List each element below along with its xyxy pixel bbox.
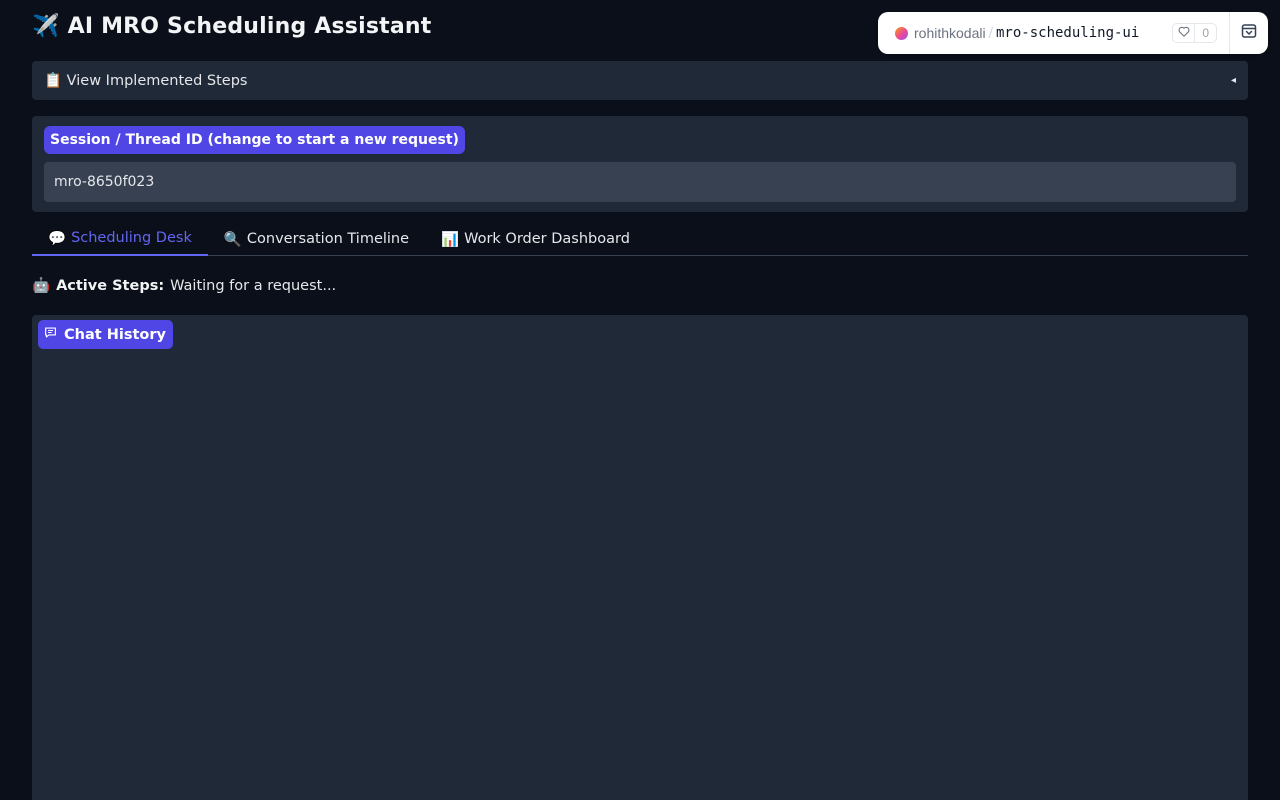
space-header-badge: rohithkodali / mro-scheduling-ui 0 [878,12,1268,54]
space-owner[interactable]: rohithkodali [914,25,986,41]
avatar [895,26,908,40]
space-repo-name[interactable]: mro-scheduling-ui [996,25,1139,41]
session-panel: Session / Thread ID (change to start a n… [32,116,1248,212]
tab-label: Conversation Timeline [246,231,410,247]
tab-label: Scheduling Desk [71,230,192,246]
collapse-header-button[interactable] [1230,12,1268,54]
tab-work-order-dashboard[interactable]: 📊 Work Order Dashboard [425,222,646,256]
main-tabs: 💬 Scheduling Desk 🔍 Conversation Timelin… [32,222,1248,256]
chat-bubble-icon [44,326,57,343]
collapse-icon [1241,23,1257,43]
bar-chart-icon: 📊 [441,231,460,248]
robot-icon: 🤖 [32,278,51,294]
active-steps-text: Waiting for a request... [170,277,337,294]
chat-history-label: Chat History [38,320,173,349]
app-page: ✈️ AI MRO Scheduling Assistant rohithkod… [0,0,1280,800]
caret-left-icon: ◂ [1230,75,1236,86]
heart-icon [1173,24,1194,42]
session-id-input[interactable] [44,162,1236,202]
speech-bubble-icon: 💬 [48,230,67,247]
tab-scheduling-desk[interactable]: 💬 Scheduling Desk [32,222,208,256]
accordion-label: 📋 View Implemented Steps [44,73,248,89]
tab-conversation-timeline[interactable]: 🔍 Conversation Timeline [208,222,425,256]
implemented-steps-accordion[interactable]: 📋 View Implemented Steps ◂ [32,61,1248,100]
chat-history-panel[interactable]: Chat History [32,315,1248,800]
like-button[interactable]: 0 [1172,23,1217,43]
active-steps-status: 🤖 Active Steps: Waiting for a request... [32,277,337,295]
session-id-label: Session / Thread ID (change to start a n… [44,126,465,154]
page-title: ✈️ AI MRO Scheduling Assistant [32,14,431,39]
airplane-icon: ✈️ [32,14,60,39]
path-separator: / [988,25,993,41]
page-title-text: AI MRO Scheduling Assistant [67,14,432,39]
space-link[interactable]: rohithkodali / mro-scheduling-ui [878,12,1172,54]
like-count: 0 [1194,24,1216,42]
chat-history-label-text: Chat History [64,326,166,343]
active-steps-label: Active Steps: [56,277,165,294]
magnifier-icon: 🔍 [223,231,242,248]
tab-label: Work Order Dashboard [464,231,630,247]
